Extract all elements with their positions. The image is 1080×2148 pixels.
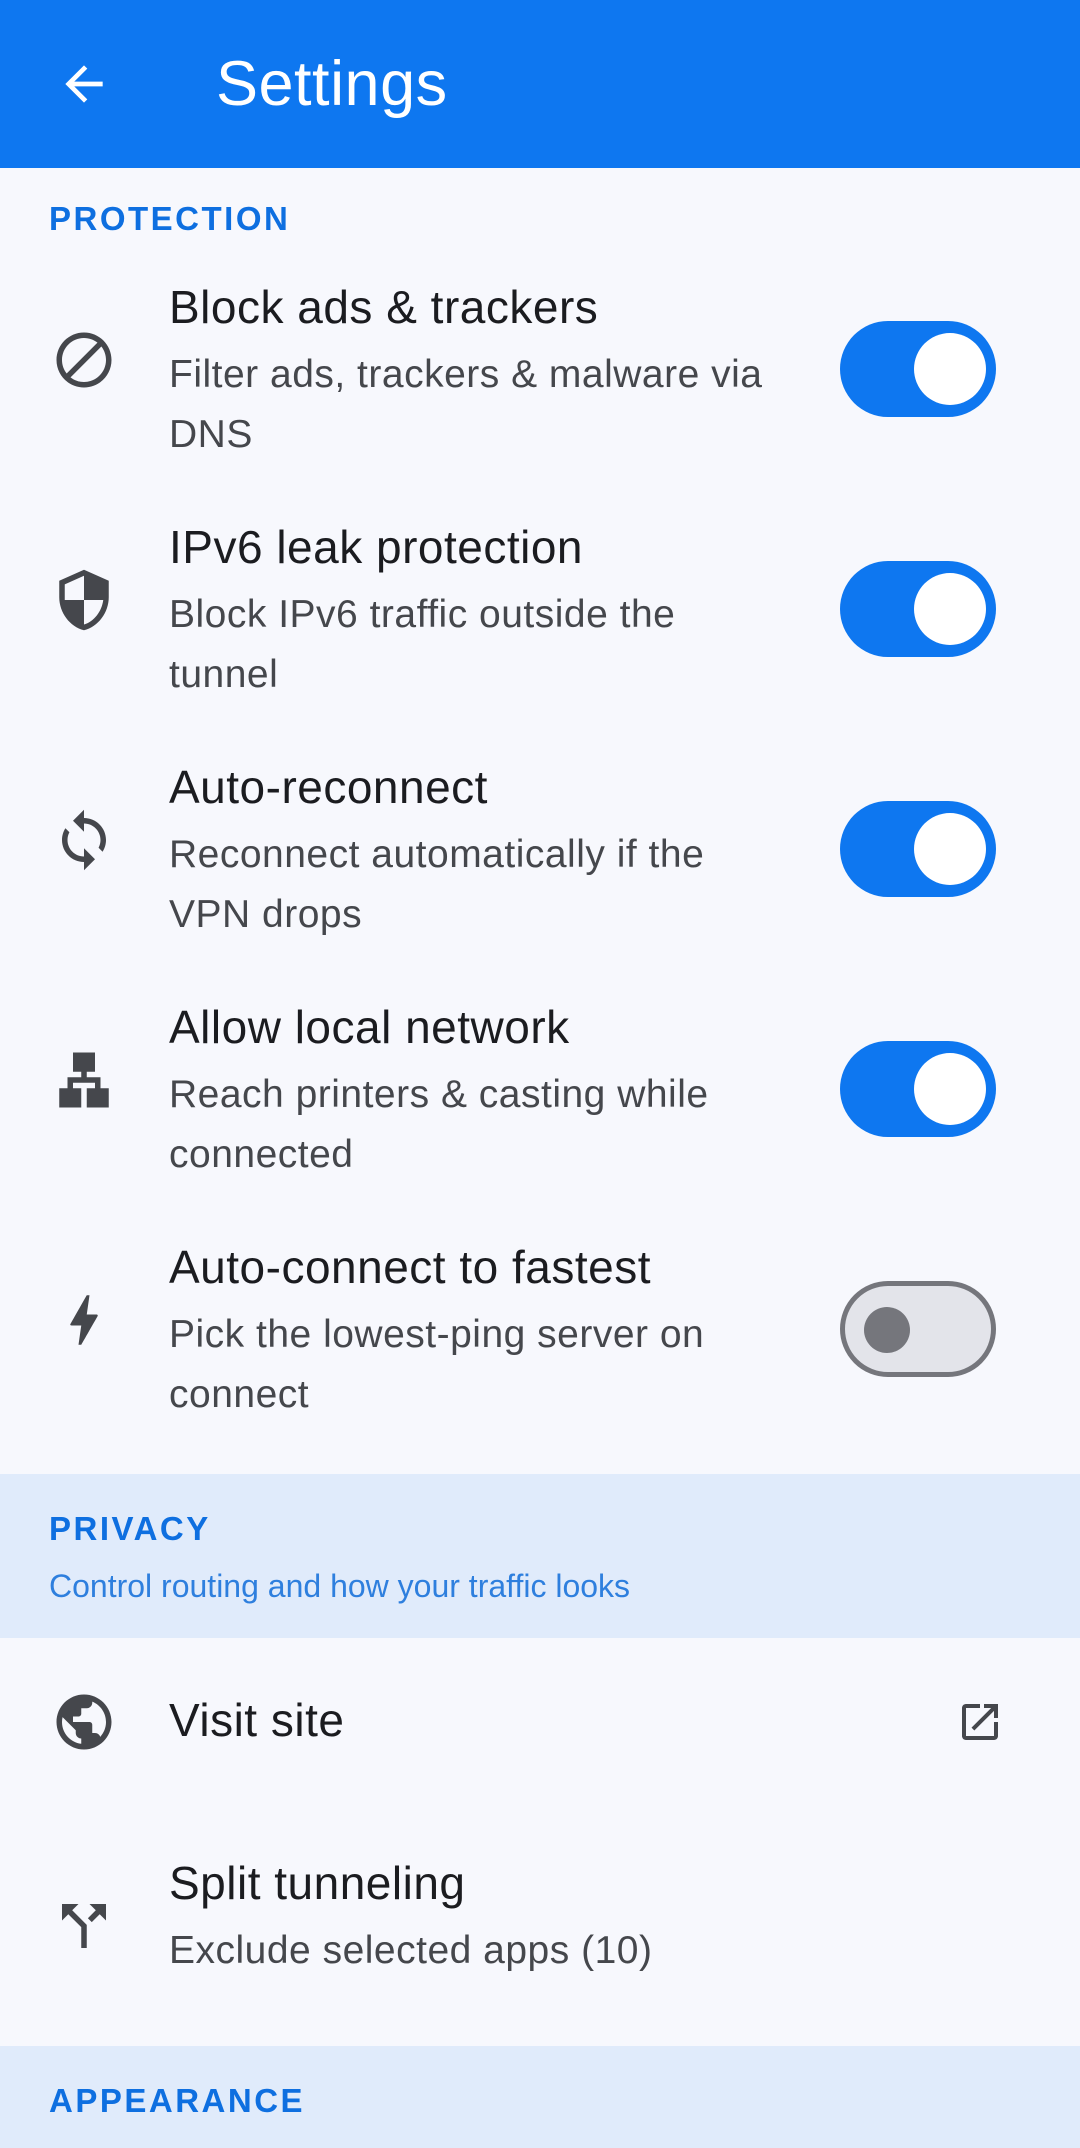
section-header-appearance: APPEARANCE — [0, 2046, 1080, 2148]
visit-site-item[interactable]: Visit site — [0, 1638, 1080, 1806]
section-header-protection: PROTECTION — [0, 168, 1080, 240]
setting-title: Auto-reconnect — [169, 761, 488, 813]
setting-description: Filter ads, trackers & malware via DNS — [169, 353, 763, 456]
setting-description: Pick the lowest-ping server on connect — [169, 1313, 705, 1416]
section-label: APPEARANCE — [49, 2082, 306, 2119]
section-subtitle: Control routing and how your traffic loo… — [49, 1568, 631, 1604]
section-header-privacy: PRIVACY Control routing and how your tra… — [0, 1474, 1080, 1638]
split-tunneling-description: Exclude selected apps (10) — [169, 1929, 653, 1972]
setting-title: Block ads & trackers — [169, 281, 599, 333]
open-in-new-icon — [962, 1704, 998, 1740]
switch-thumb — [914, 1053, 986, 1125]
switch-thumb — [914, 573, 986, 645]
visit-site-title: Visit site — [169, 1694, 345, 1746]
local-network-switch[interactable] — [840, 1041, 996, 1137]
switch-thumb — [914, 813, 986, 885]
setting-allow-local-network[interactable]: Allow local network Reach printers & cas… — [0, 960, 1080, 1200]
block-icon — [48, 324, 120, 396]
section-label: PRIVACY — [49, 1510, 211, 1547]
auto-connect-fastest-switch[interactable] — [840, 1281, 996, 1377]
switch-thumb — [864, 1307, 910, 1353]
setting-ipv6-leak-protection[interactable]: IPv6 leak protection Block IPv6 traffic … — [0, 480, 1080, 720]
shield-icon — [48, 564, 120, 636]
split-tunneling-title: Split tunneling — [169, 1857, 466, 1909]
setting-title: IPv6 leak protection — [169, 521, 584, 573]
setting-auto-reconnect[interactable]: Auto-reconnect Reconnect automatically i… — [0, 720, 1080, 960]
setting-description: Reconnect automatically if the VPN drops — [169, 833, 705, 936]
globe-icon — [48, 1686, 120, 1758]
call-split-icon — [48, 1890, 120, 1962]
auto-reconnect-switch[interactable] — [840, 801, 996, 897]
setting-title: Allow local network — [169, 1001, 570, 1053]
section-label: PROTECTION — [49, 200, 291, 237]
setting-description: Reach printers & casting while connected — [169, 1073, 709, 1176]
page-title: Settings — [216, 49, 448, 119]
bolt-icon — [48, 1284, 120, 1356]
block-ads-switch[interactable] — [840, 321, 996, 417]
ipv6-leak-switch[interactable] — [840, 561, 996, 657]
setting-description: Block IPv6 traffic outside the tunnel — [169, 593, 676, 696]
switch-thumb — [914, 333, 986, 405]
setting-auto-connect-fastest[interactable]: Auto-connect to fastest Pick the lowest-… — [0, 1200, 1080, 1440]
setting-title: Auto-connect to fastest — [169, 1241, 651, 1293]
back-button[interactable] — [48, 48, 120, 120]
sync-icon — [48, 804, 120, 876]
top-app-bar: Settings — [0, 0, 1080, 168]
lan-icon — [48, 1044, 120, 1116]
arrow-back-icon — [65, 65, 103, 103]
split-tunneling-item[interactable]: Split tunneling Exclude selected apps (1… — [0, 1806, 1080, 2046]
setting-block-ads[interactable]: Block ads & trackers Filter ads, tracker… — [0, 240, 1080, 480]
